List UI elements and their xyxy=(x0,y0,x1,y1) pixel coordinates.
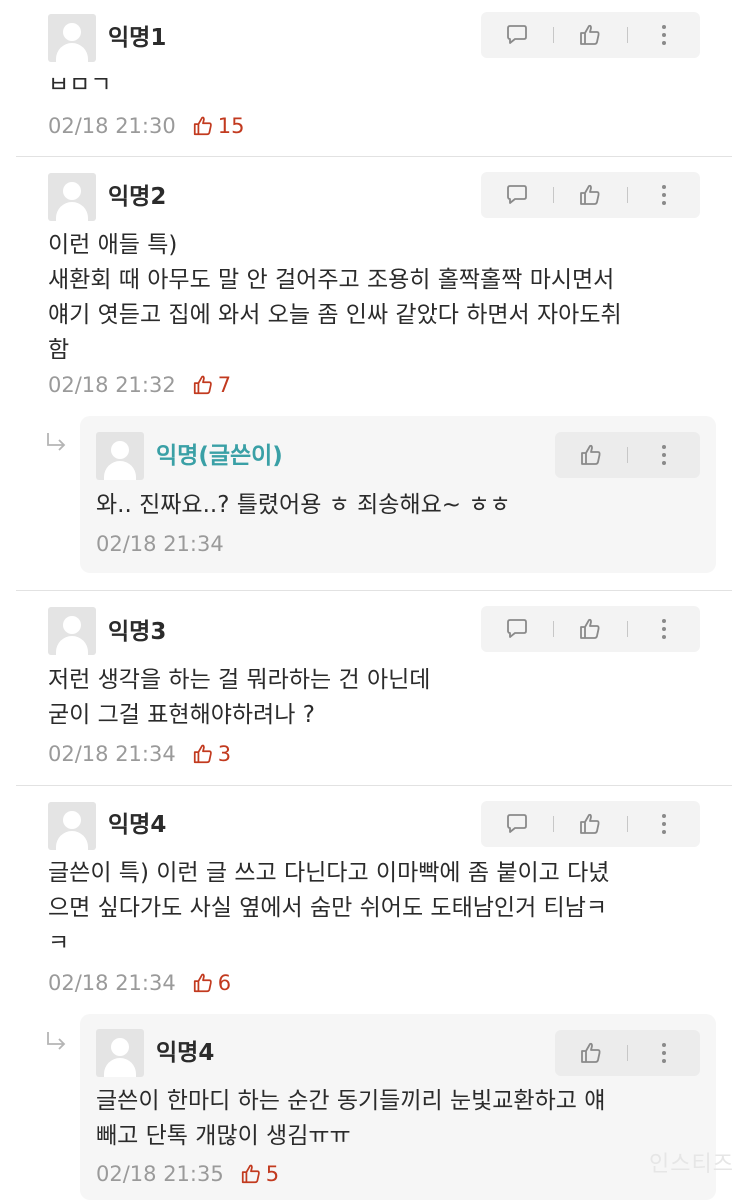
comment-meta: 02/18 21:34 3 xyxy=(48,739,231,769)
comment-author-name[interactable]: 익명4 xyxy=(108,810,166,840)
thumbs-up-icon xyxy=(193,973,212,993)
comment-date: 02/18 21:32 xyxy=(48,373,176,397)
comment-date: 02/18 21:30 xyxy=(48,114,176,138)
reply-comment-1: 익명(글쓴이) 와.. 진짜요..? 틀렸어용 ㅎ 죄송해요~ ㅎㅎ 02/18… xyxy=(80,416,716,573)
thumbs-up-icon[interactable] xyxy=(570,175,610,215)
thumbs-up-icon xyxy=(193,744,212,764)
thumbs-up-icon[interactable] xyxy=(571,435,611,475)
comment-author-name[interactable]: 익명4 xyxy=(156,1038,214,1068)
thumbs-up-icon[interactable] xyxy=(570,804,610,844)
comment-date: 02/18 21:34 xyxy=(96,532,224,556)
vertical-dots-icon[interactable] xyxy=(644,175,684,215)
avatar[interactable] xyxy=(48,607,96,655)
reply-arrow-icon xyxy=(47,1032,66,1050)
comment-date: 02/18 21:34 xyxy=(48,742,176,766)
speech-bubble-icon[interactable] xyxy=(497,609,537,649)
comment-actions xyxy=(481,172,700,218)
divider xyxy=(626,27,628,43)
avatar[interactable] xyxy=(48,14,96,62)
avatar[interactable] xyxy=(48,173,96,221)
comment-body: 글쓴이 한마디 하는 순간 동기들끼리 눈빛교환하고 얘 빼고 단톡 개많이 생… xyxy=(96,1088,606,1149)
thumbs-up-icon xyxy=(193,375,212,395)
comment-actions xyxy=(555,1030,700,1076)
divider xyxy=(627,447,628,463)
vertical-dots-icon[interactable] xyxy=(644,435,684,475)
reply-comment-2: 익명4 글쓴이 한마디 하는 순간 동기들끼리 눈빛교환하고 얘 빼고 단톡 개… xyxy=(80,1014,716,1200)
divider xyxy=(626,816,628,832)
comment-meta: 02/18 21:35 5 xyxy=(96,1159,279,1189)
like-count: 5 xyxy=(265,1162,280,1186)
comment-actions xyxy=(481,606,700,652)
speech-bubble-icon[interactable] xyxy=(497,15,537,55)
divider xyxy=(553,816,555,832)
thumbs-up-icon[interactable] xyxy=(570,609,610,649)
comment-body: ㅂㅁㄱ xyxy=(48,72,112,98)
comment-author-name[interactable]: 익명2 xyxy=(108,182,166,212)
like-count: 7 xyxy=(217,373,232,397)
like-count-button[interactable]: 6 xyxy=(192,968,231,998)
avatar[interactable] xyxy=(96,1029,144,1077)
speech-bubble-icon[interactable] xyxy=(497,804,537,844)
thumbs-up-icon[interactable] xyxy=(571,1033,611,1073)
comment-author-name[interactable]: 익명3 xyxy=(108,617,166,647)
comment-body: 저런 생각을 하는 걸 뭐라하는 건 아닌데 굳이 그걸 표현해야하려나 ? xyxy=(48,667,431,728)
comment-meta: 02/18 21:30 15 xyxy=(48,111,244,141)
thumbs-up-icon[interactable] xyxy=(570,15,610,55)
comment-date: 02/18 21:34 xyxy=(48,971,176,995)
like-count-button[interactable]: 15 xyxy=(192,111,245,141)
comment-body: 이런 애들 특) 새환회 때 아무도 말 안 걸어주고 조용히 홀짝홀짝 마시면… xyxy=(48,232,622,363)
watermark: 인스티즈 xyxy=(649,1152,734,1177)
thumbs-up-icon xyxy=(193,116,212,136)
divider xyxy=(553,27,555,43)
comment-actions xyxy=(481,801,700,847)
comment-1: 익명1 ㅂㅁㄱ 02/18 21:30 15 xyxy=(0,0,748,156)
vertical-dots-icon[interactable] xyxy=(644,609,684,649)
like-count: 6 xyxy=(217,971,232,995)
like-count-button[interactable]: 3 xyxy=(192,739,231,769)
comment-date: 02/18 21:35 xyxy=(96,1162,224,1186)
comment-meta: 02/18 21:32 7 xyxy=(48,370,231,400)
vertical-dots-icon[interactable] xyxy=(644,804,684,844)
reply-arrow-icon xyxy=(47,433,66,451)
divider xyxy=(553,187,555,203)
comment-3: 익명3 저런 생각을 하는 걸 뭐라하는 건 아닌데 굳이 그걸 표현해야하려나… xyxy=(0,591,748,784)
comment-author-name[interactable]: 익명(글쓴이) xyxy=(156,441,283,471)
thumbs-up-icon xyxy=(241,1164,260,1184)
divider xyxy=(553,621,555,637)
speech-bubble-icon[interactable] xyxy=(497,175,537,215)
avatar[interactable] xyxy=(48,802,96,850)
comment-4: 익명4 글쓴이 특) 이런 글 쓰고 다닌다고 이마빡에 좀 붙이고 다녔 으면… xyxy=(0,786,748,1010)
comment-body: 글쓴이 특) 이런 글 쓰고 다닌다고 이마빡에 좀 붙이고 다녔 으면 싶다가… xyxy=(48,860,610,956)
comment-meta: 02/18 21:34 6 xyxy=(48,968,231,998)
vertical-dots-icon[interactable] xyxy=(644,15,684,55)
divider xyxy=(627,1045,628,1061)
comment-2: 익명2 이런 애들 특) 새환회 때 아무도 말 안 걸어주고 조용히 홀짝홀짝… xyxy=(0,157,748,412)
vertical-dots-icon[interactable] xyxy=(644,1033,684,1073)
divider xyxy=(626,621,628,637)
avatar[interactable] xyxy=(96,432,144,480)
comment-actions xyxy=(481,12,700,58)
comment-author-name[interactable]: 익명1 xyxy=(108,23,166,53)
divider xyxy=(626,187,628,203)
like-count-button[interactable]: 7 xyxy=(192,370,231,400)
like-count: 15 xyxy=(217,114,245,138)
like-count: 3 xyxy=(217,742,232,766)
comment-body: 와.. 진짜요..? 틀렸어용 ㅎ 죄송해요~ ㅎㅎ xyxy=(96,492,511,518)
comment-actions xyxy=(555,432,700,478)
like-count-button[interactable]: 5 xyxy=(240,1159,279,1189)
comment-meta: 02/18 21:34 xyxy=(96,529,224,559)
